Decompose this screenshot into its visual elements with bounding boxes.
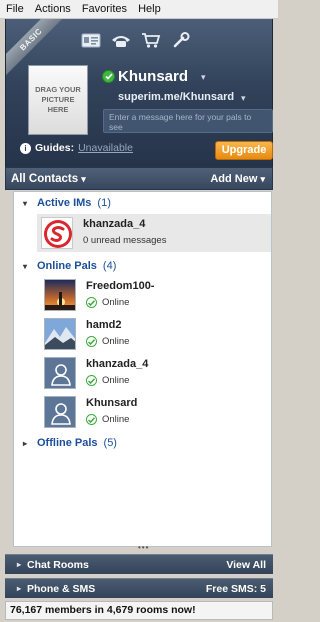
online-check-icon [86,375,97,386]
wrench-icon[interactable] [170,31,192,49]
chat-rooms-bar[interactable]: ▸ Chat Rooms View All [5,554,273,574]
chevron-down-icon: ▾ [260,173,265,184]
contact-status: Online [86,375,129,386]
profile-url[interactable]: superim.me/Khunsard [118,91,234,103]
collapse-arrow-icon: ▾ [23,198,28,208]
list-item[interactable]: Khunsard Online [40,393,272,431]
info-icon: i [20,142,31,154]
expand-arrow-icon: ▸ [17,584,22,593]
phone-icon[interactable] [110,31,132,49]
all-contacts-dropdown[interactable]: All Contacts ▾ [11,173,86,185]
online-check-icon [86,297,97,308]
phone-sms-bar[interactable]: ▸ Phone & SMS Free SMS: 5 [5,578,273,598]
view-all-link[interactable]: View All [226,559,266,571]
online-check-icon [86,336,97,347]
contact-status: Online [86,297,129,308]
contact-name: Freedom100- [86,280,155,292]
default-user-icon [44,357,76,389]
guides-line: i Guides: Unavailable [20,142,133,154]
upgrade-button[interactable]: Upgrade [215,141,273,160]
contact-name: khanzada_4 [83,218,146,230]
list-item[interactable]: hamd2 Online [40,315,272,353]
list-item[interactable]: khanzada_4 0 unread messages [37,214,271,252]
profile-picture-dropzone[interactable]: DRAG YOUR PICTURE HERE [28,65,88,135]
default-user-icon [44,396,76,428]
profile-header: BASIC DRAG YOUR PICTURE HERE Khunsard ▾ … [5,19,273,167]
cart-icon[interactable] [140,31,162,49]
list-item[interactable]: khanzada_4 Online [40,354,272,392]
mountain-photo-avatar [44,318,76,350]
collapse-arrow-icon: ▾ [23,261,28,271]
menu-help[interactable]: Help [138,0,161,19]
menu-actions[interactable]: Actions [35,0,71,19]
online-status-icon[interactable] [102,70,115,83]
contact-list: ▾ Active IMs (1) khanzada_4 0 unread mes… [13,191,272,547]
chevron-down-icon: ▾ [81,173,86,184]
guides-label: Guides: [35,142,75,154]
group-online-pals[interactable]: ▾ Online Pals (4) [23,260,116,272]
profile-username[interactable]: Khunsard [118,68,188,85]
header-toolbar [80,31,192,49]
resize-grip-icon[interactable]: ••• [138,543,149,552]
contact-status: Online [86,414,129,425]
menu-bar: File Actions Favorites Help [0,0,278,19]
contact-name: hamd2 [86,319,122,331]
menu-favorites[interactable]: Favorites [82,0,127,19]
superim-logo-icon [41,217,73,249]
group-offline-pals[interactable]: ▸ Offline Pals (5) [23,437,117,449]
expand-arrow-icon: ▸ [23,438,28,448]
contact-name: khanzada_4 [86,358,149,370]
menu-file[interactable]: File [6,0,24,19]
contact-card-icon[interactable] [80,31,102,49]
guides-link[interactable]: Unavailable [78,142,133,154]
members-status-footer: 76,167 members in 4,679 rooms now! [5,601,273,620]
add-new-button[interactable]: Add New ▾ [210,173,265,185]
online-check-icon [86,414,97,425]
group-active-ims[interactable]: ▾ Active IMs (1) [23,197,111,209]
contact-status: Online [86,336,129,347]
contacts-toolbar: All Contacts ▾ Add New ▾ [5,167,273,190]
status-message-input[interactable]: Enter a message here for your pals to se… [103,109,273,133]
contact-name: Khunsard [86,397,138,409]
username-dropdown-icon[interactable]: ▾ [201,72,206,83]
url-dropdown-icon[interactable]: ▾ [241,93,246,104]
list-item[interactable]: Freedom100- Online [40,276,272,314]
expand-arrow-icon: ▸ [17,560,22,569]
sunset-photo-avatar [44,279,76,311]
free-sms-count: Free SMS: 5 [205,582,266,595]
unread-count: 0 unread messages [83,235,167,246]
